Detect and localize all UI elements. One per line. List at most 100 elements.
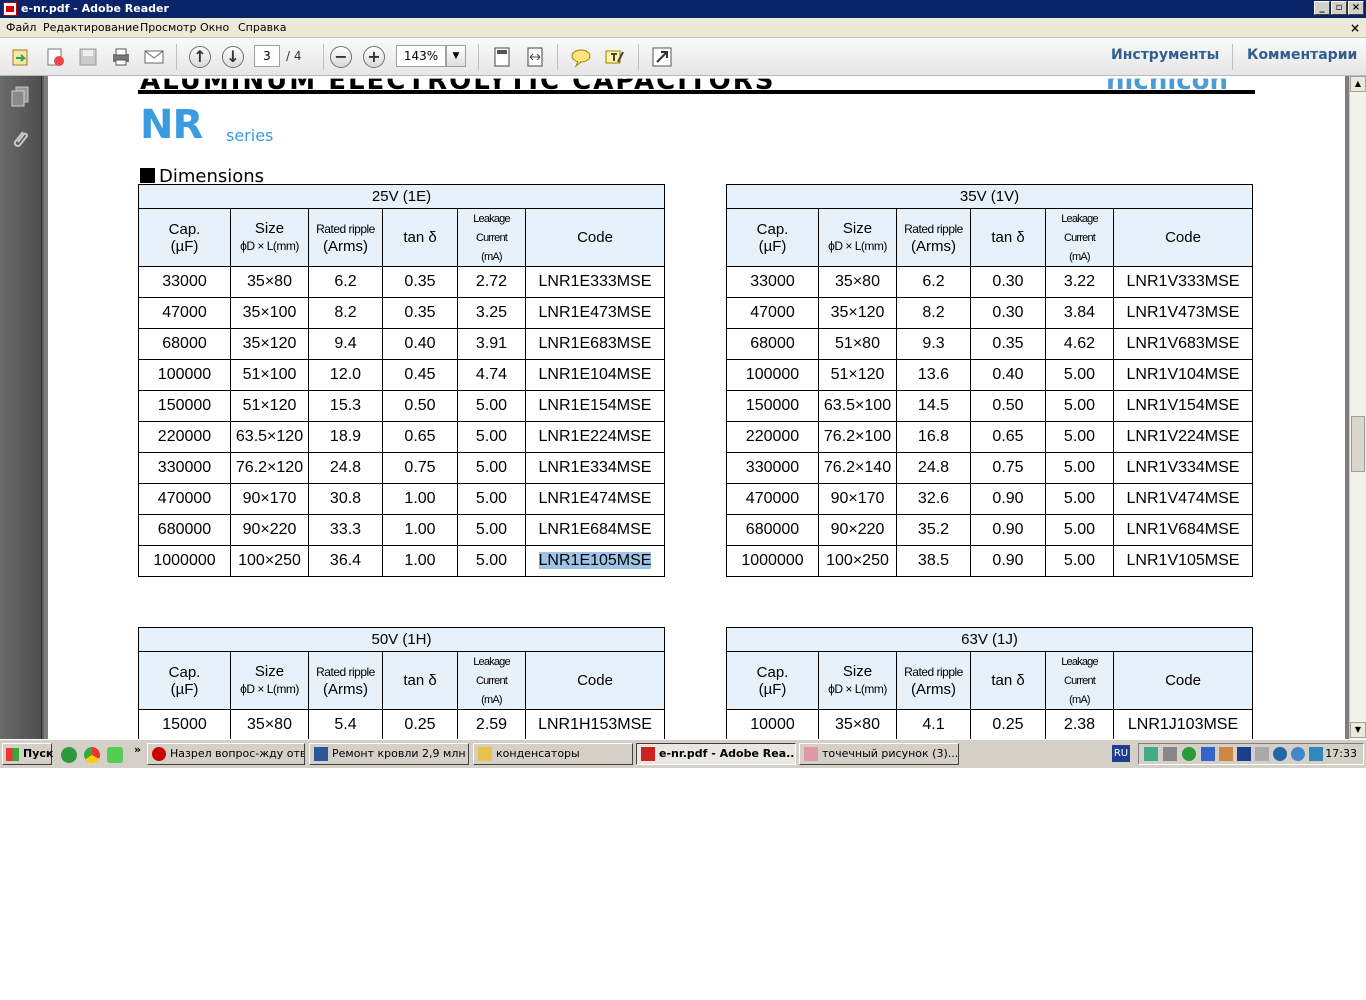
taskbar-task[interactable]: Назрел вопрос-жду отв... <box>147 743 305 765</box>
adobe-reader-icon <box>3 2 17 16</box>
table-cell: 5.00 <box>457 483 526 515</box>
column-header-code-text: Code <box>1165 672 1201 689</box>
full-screen-icon[interactable] <box>651 46 673 68</box>
menu-view[interactable]: Просмотр <box>140 18 196 38</box>
cell-text: LNR1V154MSE <box>1126 397 1240 414</box>
tray-audio-device-icon[interactable] <box>1219 747 1233 761</box>
scroll-up-arrow-icon[interactable]: ▲ <box>1350 76 1366 92</box>
document-viewport[interactable]: ALUMINUM ELECTROLYTIC CAPACITORS nichico… <box>44 76 1349 739</box>
cell-text: LNR1E473MSE <box>538 304 652 321</box>
taskbar-task[interactable]: конденсаторы <box>473 743 633 765</box>
quicklaunch-chrome-icon[interactable] <box>84 747 100 763</box>
menu-help[interactable]: Справка <box>238 18 286 38</box>
cell-text: 470000 <box>745 490 800 507</box>
table-cell: 100000 <box>726 359 819 391</box>
tray-monitor-icon[interactable] <box>1309 747 1323 761</box>
tray-info-icon[interactable] <box>1273 747 1287 761</box>
taskbar-task[interactable]: Ремонт кровли 2,9 млн ... <box>309 743 469 765</box>
tray-volume-icon[interactable] <box>1255 747 1269 761</box>
quicklaunch-overflow-icon[interactable]: » <box>134 743 141 756</box>
tray-update-icon[interactable] <box>1291 747 1305 761</box>
sticky-note-icon[interactable] <box>570 46 592 68</box>
close-button[interactable]: × <box>1348 1 1364 15</box>
page-thumbnails-icon[interactable] <box>10 86 30 108</box>
column-header-leakage-text: Leakage Current <box>473 213 510 244</box>
zoom-out-button[interactable]: − <box>330 46 352 68</box>
cell-text: 1.00 <box>404 521 436 538</box>
table-cell: 0.90 <box>970 545 1046 577</box>
table-cell: 15.3 <box>308 390 383 422</box>
table-cell: 35×80 <box>818 266 897 298</box>
cell-text: 4.1 <box>922 716 945 733</box>
zoom-input[interactable]: 143% <box>396 45 446 67</box>
taskbar-task[interactable]: точечный рисунок (3).... <box>799 743 959 765</box>
cell-text: 0.30 <box>992 304 1024 321</box>
table-cell: 1000000 <box>726 545 819 577</box>
scroll-down-arrow-icon[interactable]: ▼ <box>1350 722 1366 738</box>
fit-page-icon[interactable] <box>491 46 513 68</box>
tray-utorrent-icon[interactable] <box>1182 747 1196 761</box>
series-word: series <box>226 126 274 145</box>
table-cell: 150000 <box>726 390 819 422</box>
restore-button[interactable]: ▫ <box>1331 1 1347 15</box>
table-cell: 6.2 <box>896 266 971 298</box>
vertical-scrollbar[interactable]: ▲ ▼ <box>1349 76 1366 739</box>
table-cell: 9.3 <box>896 328 971 360</box>
scrollbar-thumb[interactable] <box>1351 416 1365 472</box>
cell-text: LNR1E474MSE <box>538 490 652 507</box>
tools-pane-button[interactable]: Инструменты <box>1111 47 1219 63</box>
highlight-text-icon[interactable] <box>603 46 625 68</box>
minimize-button[interactable]: _ <box>1314 1 1330 15</box>
menu-window[interactable]: Окно <box>200 18 229 38</box>
start-button[interactable]: Пуск <box>2 743 53 765</box>
quicklaunch-utorrent-icon[interactable] <box>61 747 77 763</box>
email-icon[interactable] <box>143 46 165 68</box>
language-indicator[interactable]: RU <box>1112 745 1130 762</box>
menu-file[interactable]: Файл <box>6 18 36 38</box>
table-cell: 6.2 <box>308 266 383 298</box>
column-header-leakage-text: Leakage Current <box>473 656 510 687</box>
save-icon[interactable] <box>77 46 99 68</box>
cell-text: 150000 <box>157 397 212 414</box>
attachments-paperclip-icon[interactable] <box>10 128 30 150</box>
tray-network-icon[interactable] <box>1144 747 1158 761</box>
word-document-icon <box>314 747 328 761</box>
comments-pane-button[interactable]: Комментарии <box>1247 47 1357 63</box>
quicklaunch-app-icon[interactable] <box>107 747 123 763</box>
fit-width-icon[interactable] <box>524 46 546 68</box>
table-cell: LNR1V105MSE <box>1112 545 1254 577</box>
table-cell: 51×80 <box>818 328 897 360</box>
next-page-button[interactable]: ↓ <box>222 46 244 68</box>
table-cell: 33000 <box>138 266 231 298</box>
column-header-cap-text: Cap. <box>756 220 789 238</box>
column-header-tan-text: tan δ <box>991 229 1025 246</box>
table-cell: 63.5×100 <box>818 390 897 422</box>
previous-page-button[interactable]: ↑ <box>189 46 211 68</box>
tray-display-icon[interactable] <box>1201 747 1215 761</box>
cell-text: 0.25 <box>404 716 436 733</box>
zoom-dropdown-chevron-down-icon[interactable]: ▼ <box>446 45 466 67</box>
cell-text: 24.8 <box>917 459 950 476</box>
menu-edit[interactable]: Редактирование <box>43 18 139 38</box>
cell-text: 16.8 <box>917 428 950 445</box>
pdf-page: ALUMINUM ELECTROLYTIC CAPACITORS nichico… <box>48 76 1345 739</box>
open-icon[interactable] <box>10 46 32 68</box>
create-pdf-icon[interactable] <box>44 46 66 68</box>
series-code: NR <box>140 102 203 148</box>
zoom-in-button[interactable]: + <box>363 46 385 68</box>
cell-text: 3.91 <box>475 335 508 352</box>
table-cell: 68000 <box>726 328 819 360</box>
table-cell: LNR1E684MSE <box>524 514 666 546</box>
print-icon[interactable] <box>110 46 132 68</box>
toolbar-separator <box>638 44 639 70</box>
column-header-cap-text: Cap. <box>168 663 201 681</box>
tray-usb-icon[interactable] <box>1163 747 1177 761</box>
close-document-icon[interactable]: × <box>1350 18 1360 38</box>
page-number-input[interactable]: 3 <box>254 45 280 67</box>
taskbar-task[interactable]: e-nr.pdf - Adobe Rea... <box>636 743 796 765</box>
clock[interactable]: 17:33 <box>1325 744 1357 764</box>
tray-keyboard-layout-icon[interactable] <box>1237 747 1251 761</box>
table-cell: 36.4 <box>308 545 383 577</box>
cell-text: 76.2×100 <box>823 428 892 445</box>
cell-text: 0.30 <box>992 273 1024 290</box>
